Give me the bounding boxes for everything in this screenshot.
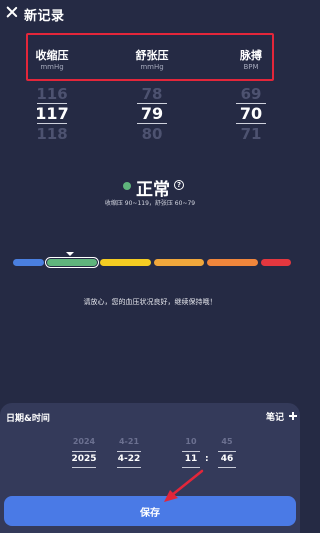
save-label: 保存 [140, 507, 160, 519]
systolic-next-value[interactable]: 118 [22, 125, 82, 143]
systolic-prev-value[interactable]: 116 [22, 85, 82, 103]
systolic-unit: mmHg [40, 63, 64, 71]
datetime-label: 日期&时间 [6, 414, 50, 424]
systolic-divider [37, 123, 67, 124]
close-icon[interactable] [6, 6, 18, 18]
scale-segment [261, 259, 291, 266]
diastolic-label: 舒张压 [135, 49, 169, 62]
systolic-label: 收缩压 [35, 49, 69, 62]
diastolic-unit: mmHg [140, 63, 164, 71]
diastolic-picker[interactable]: 79 [122, 104, 182, 123]
pulse-picker[interactable]: 70 [221, 104, 281, 123]
minute-picker[interactable]: 46 [213, 454, 241, 464]
pulse-label: 脉搏 [240, 49, 262, 62]
pulse-unit: BPM [243, 63, 259, 71]
year-picker[interactable]: 2025 [66, 454, 102, 464]
scale-segment [13, 259, 44, 266]
date-divider [117, 467, 141, 468]
minute-prev[interactable]: 45 [213, 437, 241, 446]
status-dot [123, 182, 131, 190]
date-divider [117, 451, 141, 452]
date-picker[interactable]: 4-22 [111, 454, 147, 464]
question-icon[interactable]: ? [174, 180, 184, 190]
plus-icon[interactable] [289, 412, 297, 420]
time-separator: : [205, 454, 209, 464]
status-text: 正常 [136, 180, 170, 200]
date-prev[interactable]: 4-21 [111, 437, 147, 446]
hour-picker[interactable]: 11 [177, 454, 205, 464]
note-button[interactable]: 笔记 [266, 410, 284, 423]
systolic-picker[interactable]: 117 [22, 104, 82, 123]
pulse-next-value[interactable]: 71 [221, 125, 281, 143]
diastolic-prev-value[interactable]: 78 [122, 85, 182, 103]
advice-text: 请放心，您的血压状况良好，继续保持哦！ [83, 298, 217, 306]
annotation-arrow-icon [164, 469, 204, 502]
systolic-header: 收缩压 mmHg [22, 49, 82, 71]
year-divider [72, 451, 96, 452]
scale-segment [154, 259, 204, 266]
pulse-prev-value[interactable]: 69 [221, 85, 281, 103]
scale-segment [207, 259, 258, 266]
year-divider [72, 467, 96, 468]
scale-segment [100, 259, 151, 266]
minute-divider [218, 451, 236, 452]
normal-range-text: 收缩压 90~119，舒张压 60~79 [104, 200, 196, 207]
year-prev[interactable]: 2024 [66, 437, 102, 446]
diastolic-header: 舒张压 mmHg [122, 49, 182, 71]
page-title: 新记录 [24, 9, 65, 24]
hour-divider [182, 451, 200, 452]
pulse-header: 脉搏 BPM [221, 49, 281, 71]
minute-divider [218, 467, 236, 468]
diastolic-next-value[interactable]: 80 [122, 125, 182, 143]
scale-segment [45, 257, 99, 268]
diastolic-divider [137, 123, 167, 124]
pulse-divider [236, 123, 266, 124]
hour-prev[interactable]: 10 [177, 437, 205, 446]
scale-pointer-icon [66, 252, 74, 256]
